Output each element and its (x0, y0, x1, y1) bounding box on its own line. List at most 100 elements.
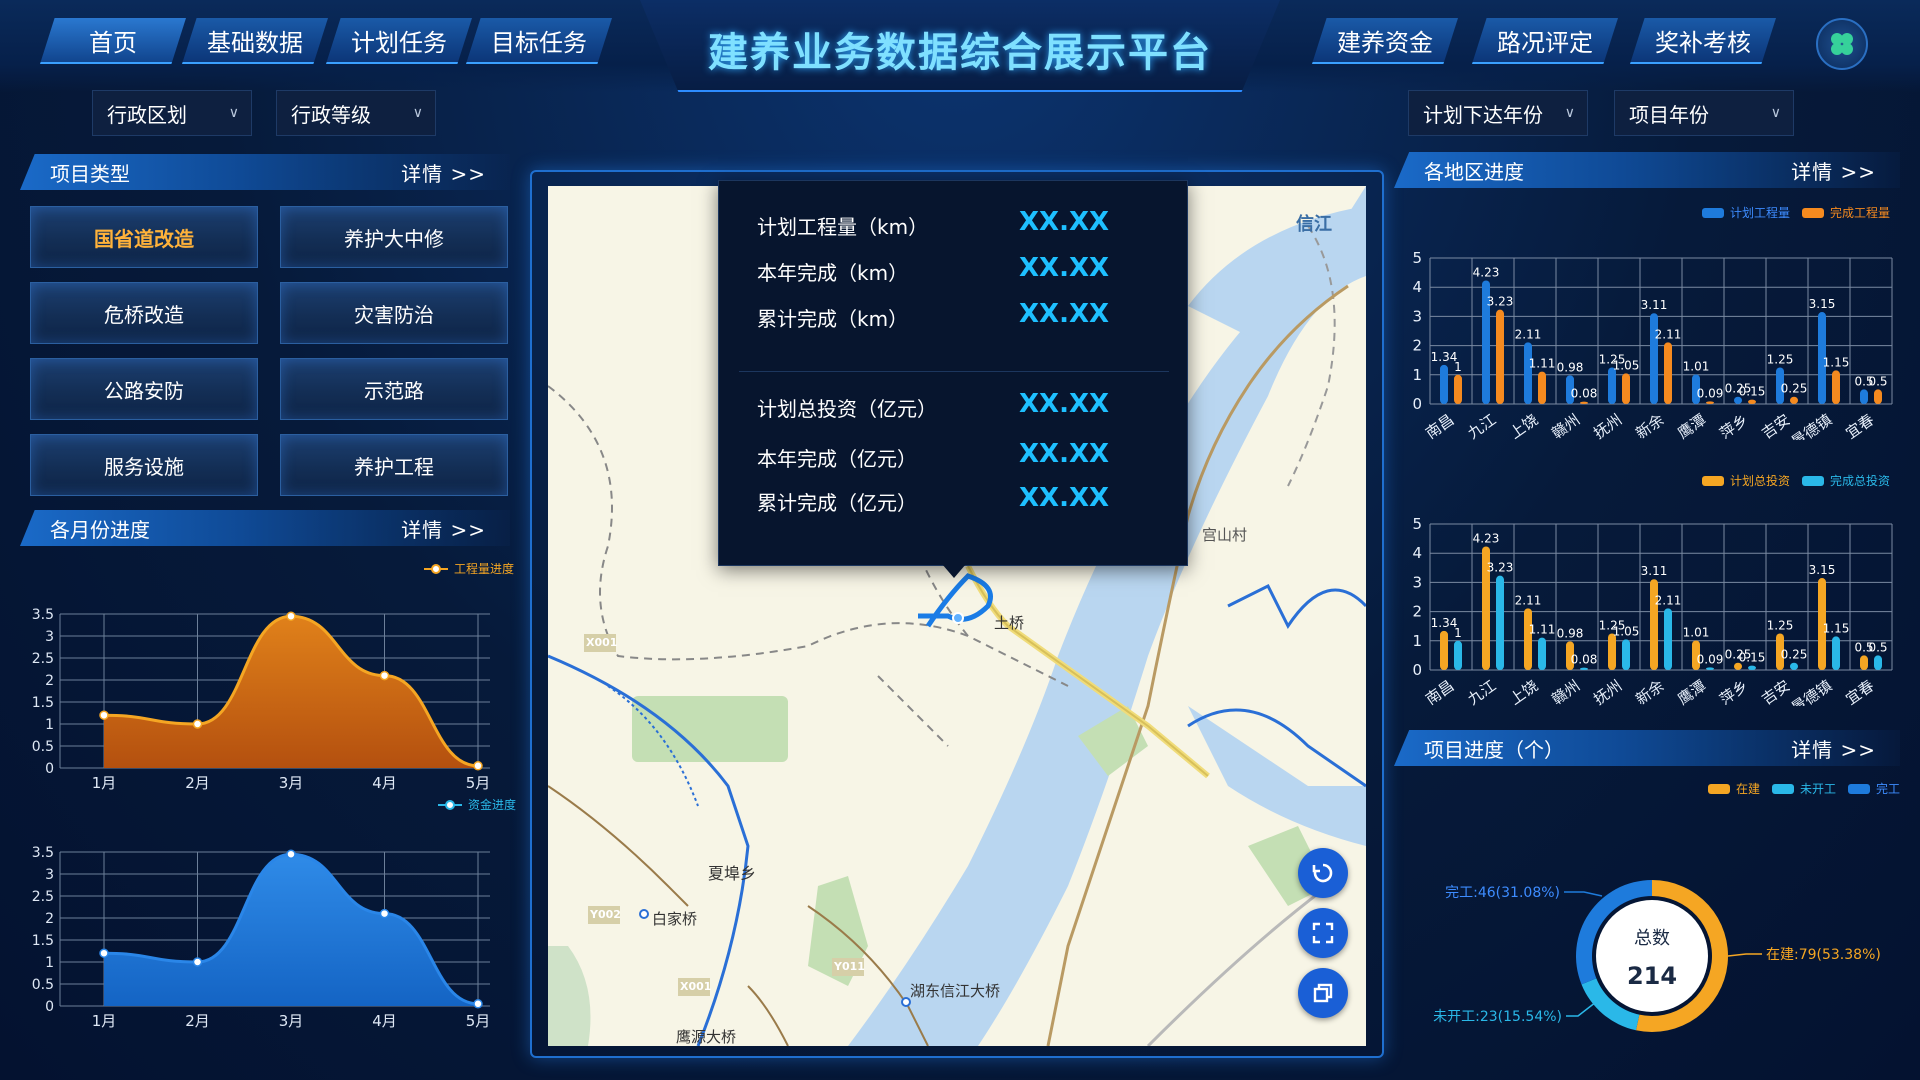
donut-center (1596, 900, 1708, 1012)
popup-value: XX.XX (1019, 253, 1110, 283)
slice-label: 在建:79(53.38%) (1766, 947, 1881, 963)
data-point (379, 670, 390, 681)
project-type-button[interactable]: 服务设施 (30, 434, 258, 496)
y-tick-label: 2.5 (32, 889, 54, 905)
map-refresh-button[interactable] (1298, 848, 1348, 898)
project-type-button[interactable]: 国省道改造 (30, 206, 258, 268)
nav-tab-funds[interactable]: 建养资金 (1312, 18, 1458, 64)
x-tick-label: 上饶 (1506, 677, 1541, 706)
popup-value: XX.XX (1019, 389, 1110, 419)
data-point (192, 719, 203, 729)
bar (1538, 637, 1546, 670)
bar (1608, 633, 1616, 670)
data-point (473, 999, 483, 1009)
bar-value-label: 1.11 (1529, 623, 1556, 637)
project-year-select[interactable]: 项目年份 ∨ (1614, 90, 1794, 136)
slice-label: 完工:46(31.08%) (1445, 885, 1560, 901)
nav-tab-basic-data[interactable]: 基础数据 (182, 18, 328, 64)
nav-tab-home[interactable]: 首页 (40, 18, 186, 64)
map-label: 夏埠乡 (708, 864, 757, 883)
bar-value-label: 0.25 (1781, 648, 1808, 662)
bar-value-label: 2.11 (1655, 327, 1682, 341)
project-progress-detail-link[interactable]: 详情 >> (1791, 734, 1876, 763)
bar-value-label: 3.11 (1641, 564, 1668, 578)
bar-value-label: 2.11 (1515, 593, 1542, 607)
bar (1706, 667, 1714, 670)
layers-icon (1313, 983, 1333, 1003)
y-tick-label: 1 (1412, 632, 1422, 650)
project-type-button[interactable]: 危桥改造 (30, 282, 258, 344)
y-tick-label: 4 (1412, 544, 1422, 562)
map-fullscreen-button[interactable] (1298, 908, 1348, 958)
chevron-down-icon: ∨ (1770, 105, 1781, 121)
x-tick-label: 新余 (1632, 677, 1667, 706)
monthly-title: 各月份进度 (50, 517, 150, 542)
nav-tab-rewards[interactable]: 奖补考核 (1630, 18, 1776, 64)
legend-swatch (1702, 475, 1724, 486)
app-menu-icon[interactable] (1816, 18, 1868, 70)
monthly-legend-quantity: 工程量进度 (424, 560, 514, 577)
admin-level-select[interactable]: 行政等级 ∨ (276, 90, 436, 136)
chevron-down-icon: ∨ (412, 105, 423, 121)
project-type-button[interactable]: 公路安防 (30, 358, 258, 420)
legend-label: 工程量进度 (454, 562, 515, 576)
bar (1580, 667, 1588, 670)
region-detail-link[interactable]: 详情 >> (1791, 156, 1876, 185)
project-progress-title: 项目进度（个） (1424, 737, 1564, 762)
bar (1748, 665, 1756, 670)
bar-value-label: 1 (1454, 360, 1462, 374)
x-tick-label: 鹰潭 (1674, 677, 1709, 706)
project-type-detail-link[interactable]: 详情 >> (401, 158, 486, 187)
monthly-funds-chart: 0 0.5 1 1.5 2 2.5 3 3.5 1月 2月 3月 4月 5月 (32, 845, 491, 1028)
x-tick-label: 南昌 (1422, 411, 1457, 440)
map-layers-button[interactable] (1298, 968, 1348, 1018)
x-tick-label: 3月 (279, 1012, 304, 1028)
y-tick-label: 1 (45, 955, 54, 971)
project-type-title: 项目类型 (50, 161, 130, 186)
bar (1440, 364, 1448, 404)
bar (1790, 396, 1798, 404)
y-tick-label: 0 (45, 999, 54, 1015)
monthly-legend-funds: 资金进度 (438, 796, 516, 813)
x-tick-label: 九江 (1464, 677, 1499, 706)
popup-label: 计划工程量（km） (757, 215, 929, 239)
road-tag: X001 (586, 636, 618, 649)
project-type-button[interactable]: 示范路 (280, 358, 508, 420)
region-quantity-chart: 0123451.344.232.110.981.253.111.010.251.… (1412, 249, 1893, 440)
data-point (192, 957, 203, 967)
x-tick-label: 5月 (466, 1012, 491, 1028)
bar (1496, 575, 1504, 670)
bar-value-label: 1.15 (1823, 355, 1850, 369)
x-tick-label: 2月 (185, 774, 210, 790)
bar-value-label: 1.05 (1613, 358, 1640, 372)
legend-swatch (1802, 475, 1825, 486)
x-tick-label: 萍乡 (1716, 677, 1751, 706)
bar (1874, 389, 1882, 404)
region-select[interactable]: 行政区划 ∨ (92, 90, 252, 136)
legend-swatch (1702, 207, 1724, 218)
bar (1496, 309, 1504, 404)
x-tick-label: 鹰潭 (1674, 411, 1709, 440)
bar (1454, 640, 1462, 670)
leader-line (1566, 1001, 1597, 1017)
project-type-button[interactable]: 灾害防治 (280, 282, 508, 344)
x-tick-label: 抚州 (1590, 677, 1625, 706)
monthly-detail-link[interactable]: 详情 >> (401, 514, 486, 543)
plan-year-select[interactable]: 计划下达年份 ∨ (1408, 90, 1588, 136)
project-type-button[interactable]: 养护工程 (280, 434, 508, 496)
y-tick-label: 0 (1412, 395, 1422, 413)
info-popup: 计划工程量（km） XX.XX 本年完成（km） XX.XX 累计完成（km） XX.… (718, 180, 1188, 566)
nav-tab-target-tasks[interactable]: 目标任务 (466, 18, 612, 64)
y-tick-label: 0 (1412, 661, 1422, 679)
bar (1860, 389, 1868, 404)
project-type-button[interactable]: 养护大中修 (280, 206, 508, 268)
project-type-header: 项目类型 详情 >> (20, 154, 510, 190)
bar-value-label: 3.23 (1487, 561, 1514, 575)
data-point (286, 611, 296, 621)
nav-tab-plan-tasks[interactable]: 计划任务 (326, 18, 472, 64)
bar (1706, 401, 1714, 404)
legend-swatch (1772, 783, 1795, 794)
nav-tab-road-condition[interactable]: 路况评定 (1472, 18, 1618, 64)
y-tick-label: 2 (45, 673, 54, 689)
bar (1622, 373, 1630, 404)
